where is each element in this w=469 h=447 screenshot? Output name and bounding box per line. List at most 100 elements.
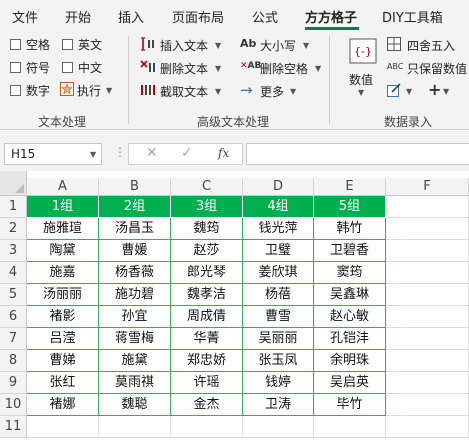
name-cell[interactable]: 吴丽丽	[243, 328, 314, 350]
row-header-11[interactable]: 11	[0, 416, 27, 438]
name-cell[interactable]: 魏聪	[99, 394, 171, 416]
name-cell[interactable]: 周成倩	[171, 306, 243, 328]
empty-cell[interactable]	[386, 196, 469, 218]
empty-cell[interactable]	[386, 350, 469, 372]
checkbox-chinese[interactable]	[62, 62, 73, 73]
name-cell[interactable]: 曹雪	[243, 306, 314, 328]
row-header-6[interactable]: 6	[0, 306, 27, 328]
row-header-10[interactable]: 10	[0, 394, 27, 416]
checkbox-digit[interactable]	[10, 85, 21, 96]
checkbox-symbol[interactable]	[10, 62, 21, 73]
name-cell[interactable]: 褚娜	[27, 394, 99, 416]
name-cell[interactable]: 赵心敏	[314, 306, 386, 328]
name-cell[interactable]: 吴启英	[314, 372, 386, 394]
checkbox-space[interactable]	[10, 39, 21, 50]
empty-cell[interactable]	[386, 262, 469, 284]
empty-cell[interactable]	[386, 416, 469, 438]
name-cell[interactable]: 汤丽丽	[27, 284, 99, 306]
tab-file[interactable]: 文件	[12, 7, 38, 26]
confirm-icon[interactable]: ✓	[181, 145, 193, 161]
name-cell[interactable]: 曹媛	[99, 240, 171, 262]
name-cell[interactable]: 施嘉	[27, 262, 99, 284]
name-cell[interactable]: 郎光琴	[171, 262, 243, 284]
name-cell[interactable]: 蒋雪梅	[99, 328, 171, 350]
row-header-8[interactable]: 8	[0, 350, 27, 372]
row-header-7[interactable]: 7	[0, 328, 27, 350]
group-header-cell[interactable]: 5组	[314, 196, 386, 218]
name-cell[interactable]: 金杰	[171, 394, 243, 416]
tab-formulas[interactable]: 公式	[252, 7, 278, 26]
name-cell[interactable]: 施雅瑄	[27, 218, 99, 240]
name-cell[interactable]: 曹娣	[27, 350, 99, 372]
name-cell[interactable]: 钱光萍	[243, 218, 314, 240]
name-cell[interactable]: 许瑶	[171, 372, 243, 394]
row-header-1[interactable]: 1	[0, 196, 27, 218]
name-cell[interactable]: 魏筠	[171, 218, 243, 240]
column-header-d[interactable]: D	[243, 178, 314, 196]
column-header-c[interactable]: C	[171, 178, 243, 196]
name-cell[interactable]: 卫璧	[243, 240, 314, 262]
empty-cell[interactable]	[386, 284, 469, 306]
cancel-icon[interactable]: ✕	[146, 145, 158, 161]
name-cell[interactable]: 赵莎	[171, 240, 243, 262]
column-header-a[interactable]: A	[27, 178, 99, 196]
checkbox-english[interactable]	[62, 39, 73, 50]
group-header-cell[interactable]: 1组	[27, 196, 99, 218]
name-cell[interactable]: 张玉凤	[243, 350, 314, 372]
name-cell[interactable]: 魏孝洁	[171, 284, 243, 306]
formula-input[interactable]	[246, 143, 469, 165]
name-cell[interactable]: 毕竹	[314, 394, 386, 416]
row-header-9[interactable]: 9	[0, 372, 27, 394]
name-cell[interactable]: 杨香薇	[99, 262, 171, 284]
name-cell[interactable]: 孔铠沣	[314, 328, 386, 350]
row-header-2[interactable]: 2	[0, 218, 27, 240]
empty-cell[interactable]	[386, 306, 469, 328]
name-cell[interactable]: 褚影	[27, 306, 99, 328]
function-icon[interactable]: fx	[218, 146, 229, 160]
empty-cell[interactable]	[386, 218, 469, 240]
tab-fangfang[interactable]: 方方格子	[305, 7, 357, 26]
empty-cell[interactable]	[386, 394, 469, 416]
name-cell[interactable]: 姜欣琪	[243, 262, 314, 284]
row-header-4[interactable]: 4	[0, 262, 27, 284]
name-cell[interactable]: 窦筠	[314, 262, 386, 284]
tab-home[interactable]: 开始	[65, 7, 91, 26]
column-header-e[interactable]: E	[314, 178, 386, 196]
row-header-5[interactable]: 5	[0, 284, 27, 306]
name-cell[interactable]: 施黛	[99, 350, 171, 372]
select-all-corner[interactable]	[0, 171, 27, 196]
empty-cell[interactable]	[27, 416, 99, 438]
empty-cell[interactable]	[99, 416, 171, 438]
column-header-b[interactable]: B	[99, 178, 171, 196]
empty-cell[interactable]	[386, 372, 469, 394]
empty-cell[interactable]	[171, 416, 243, 438]
name-cell[interactable]: 余明珠	[314, 350, 386, 372]
empty-cell[interactable]	[386, 240, 469, 262]
name-cell[interactable]: 莫雨祺	[99, 372, 171, 394]
name-cell[interactable]: 杨蓓	[243, 284, 314, 306]
group-header-cell[interactable]: 2组	[99, 196, 171, 218]
name-cell[interactable]: 孙宜	[99, 306, 171, 328]
tab-insert[interactable]: 插入	[118, 7, 144, 26]
name-cell[interactable]: 卫涛	[243, 394, 314, 416]
name-cell[interactable]: 施功碧	[99, 284, 171, 306]
tab-page-layout[interactable]: 页面布局	[172, 7, 224, 26]
row-header-3[interactable]: 3	[0, 240, 27, 262]
name-cell[interactable]: 张红	[27, 372, 99, 394]
column-header-f[interactable]: F	[386, 178, 469, 196]
empty-cell[interactable]	[314, 416, 386, 438]
name-cell[interactable]: 华菁	[171, 328, 243, 350]
name-cell[interactable]: 陶黛	[27, 240, 99, 262]
name-cell[interactable]: 钱婷	[243, 372, 314, 394]
name-cell[interactable]: 卫碧香	[314, 240, 386, 262]
tab-diy-toolbox[interactable]: DIY工具箱	[382, 7, 443, 26]
name-cell[interactable]: 韩竹	[314, 218, 386, 240]
name-cell[interactable]: 郑忠娇	[171, 350, 243, 372]
group-header-cell[interactable]: 4组	[243, 196, 314, 218]
empty-cell[interactable]	[386, 328, 469, 350]
empty-cell[interactable]	[243, 416, 314, 438]
name-box[interactable]: H15 ▼	[4, 143, 102, 165]
name-cell[interactable]: 吕滢	[27, 328, 99, 350]
group-header-cell[interactable]: 3组	[171, 196, 243, 218]
value-button[interactable]: {-} 数值 ▼	[344, 38, 382, 98]
